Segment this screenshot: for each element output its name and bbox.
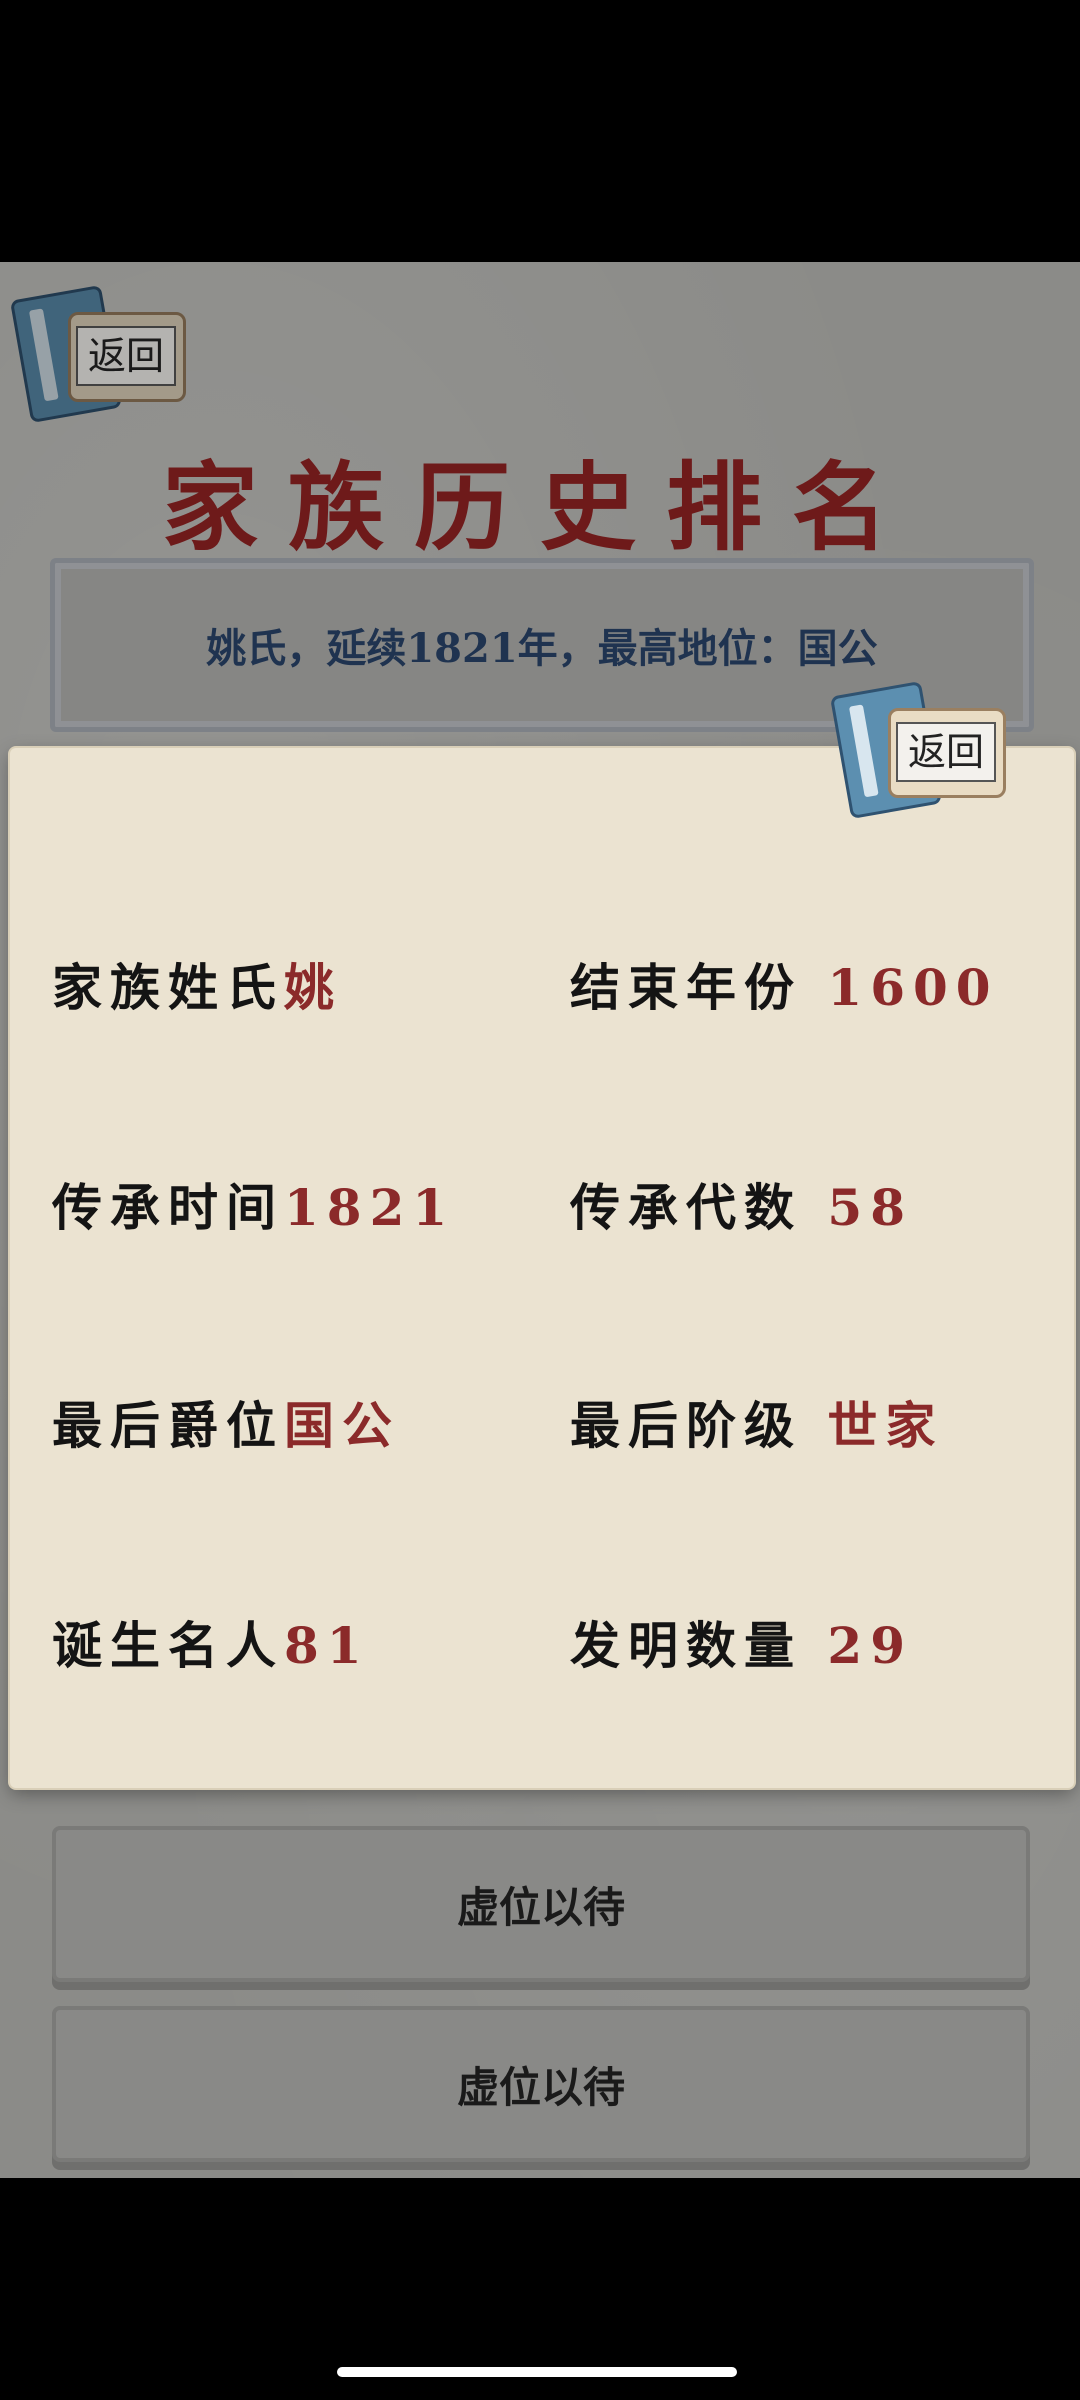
stat-label: 发明数量 (570, 1616, 802, 1675)
stat-last-title: 最后爵位国公 (52, 1386, 400, 1466)
stat-label: 家族姓氏 (52, 958, 284, 1017)
stat-value: 国公 (284, 1396, 400, 1455)
back-button[interactable]: 返回 (9, 284, 186, 424)
stat-inventions: 发明数量 29 (570, 1606, 913, 1686)
stat-value: 58 (827, 1178, 914, 1237)
slot-label: 虚位以待 (456, 2062, 625, 2112)
stat-last-class: 最后阶级 世家 (570, 1386, 943, 1466)
stat-label: 最后爵位 (52, 1396, 284, 1455)
stat-inheritance-time: 传承时间1821 (52, 1168, 455, 1248)
back-label: 返回 (896, 722, 996, 782)
stat-label: 诞生名人 (52, 1616, 284, 1675)
stat-end-year: 结束年份 1600 (570, 948, 999, 1028)
stat-value: 29 (827, 1616, 914, 1675)
ranking-slot-empty[interactable]: 虚位以待 (52, 1826, 1030, 1982)
back-label: 返回 (76, 326, 176, 386)
stat-label: 传承时间 (52, 1178, 284, 1237)
stat-value: 姚 (284, 958, 342, 1017)
page-title: 家族历史排名 (162, 451, 918, 564)
stat-value: 1821 (284, 1178, 456, 1237)
ranking-slot-empty[interactable]: 虚位以待 (52, 2006, 1030, 2162)
stat-value: 1600 (827, 958, 999, 1017)
stat-generations: 传承代数 58 (570, 1168, 913, 1248)
stat-value: 81 (284, 1616, 370, 1675)
stat-family-surname: 家族姓氏姚 (52, 948, 342, 1028)
home-indicator[interactable] (337, 2367, 737, 2377)
stat-label: 传承代数 (570, 1178, 802, 1237)
family-summary-text: 姚氏，延续1821年，最高地位：国公 (206, 625, 878, 672)
stat-value: 世家 (827, 1396, 944, 1455)
dialog-back-button[interactable]: 返回 (829, 680, 1006, 820)
slot-label: 虚位以待 (456, 1882, 625, 1932)
stat-label: 结束年份 (570, 958, 802, 1017)
stat-label: 最后阶级 (570, 1396, 802, 1455)
stat-famous-people: 诞生名人81 (52, 1606, 370, 1686)
family-detail-dialog: 家族姓氏姚 结束年份 1600 传承时间1821 传承代数 58 最后爵位国公 … (10, 748, 1074, 1788)
status-bar-area (0, 0, 1080, 262)
